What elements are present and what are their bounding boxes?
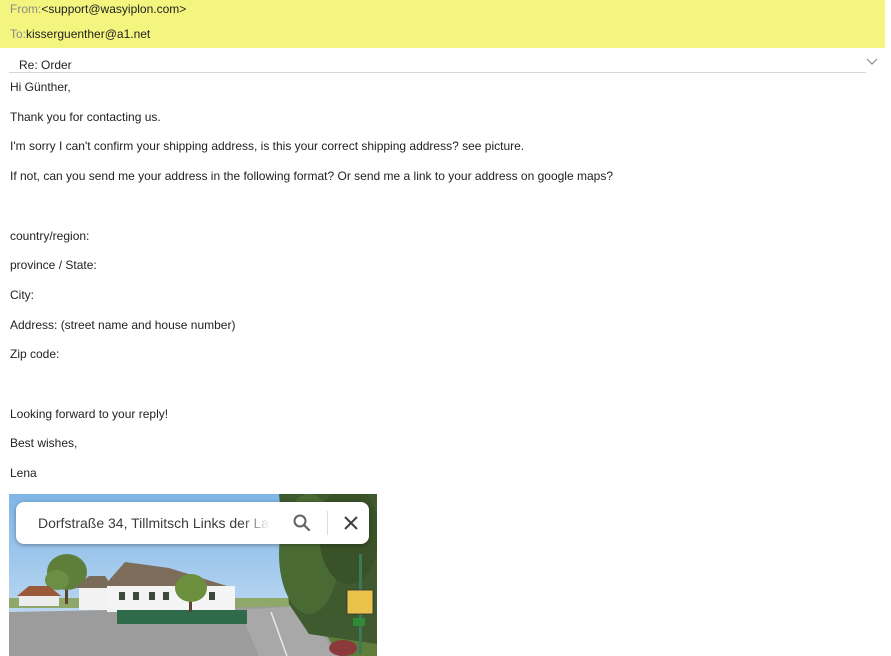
to-label: To: <box>10 27 27 41</box>
subject-divider <box>9 72 866 73</box>
body-line: I'm sorry I can't confirm your shipping … <box>10 139 525 153</box>
close-icon[interactable] <box>342 514 360 532</box>
greeting-line: Hi Günther, <box>10 80 71 94</box>
address-field-city: City: <box>10 288 34 302</box>
signature-name: Lena <box>10 466 37 480</box>
closing-line: Looking forward to your reply! <box>10 407 169 421</box>
to-line: To:kisserguenther@a1.net <box>10 27 150 41</box>
chevron-down-icon[interactable] <box>864 56 880 68</box>
to-address[interactable]: kisserguenther@a1.net <box>26 27 150 41</box>
map-search-input[interactable]: Dorfstraße 34, Tillmitsch Links der Laßn… <box>38 515 270 531</box>
address-field-street: Address: (street name and house number) <box>10 318 236 332</box>
body-line: Thank you for contacting us. <box>10 110 161 124</box>
address-field-country: country/region: <box>10 229 90 243</box>
search-icon[interactable] <box>292 513 312 533</box>
from-line: From:<support@wasyiplon.com> <box>10 2 186 16</box>
street-view-image[interactable]: Dorfstraße 34, Tillmitsch Links der Laßn… <box>9 494 377 656</box>
from-label: From: <box>10 2 42 16</box>
message-header: From:<support@wasyiplon.com> To:kissergu… <box>0 0 885 48</box>
address-field-province: province / State: <box>10 258 97 272</box>
address-field-zip: Zip code: <box>10 347 60 361</box>
body-line: If not, can you send me your address in … <box>10 169 613 183</box>
subject-row: Re: Order <box>0 56 885 73</box>
map-search-box: Dorfstraße 34, Tillmitsch Links der Laßn… <box>16 502 369 544</box>
sign-off: Best wishes, <box>10 436 78 450</box>
search-divider <box>327 511 328 535</box>
subject-text: Re: Order <box>19 58 72 72</box>
from-address[interactable]: <support@wasyiplon.com> <box>41 2 186 16</box>
